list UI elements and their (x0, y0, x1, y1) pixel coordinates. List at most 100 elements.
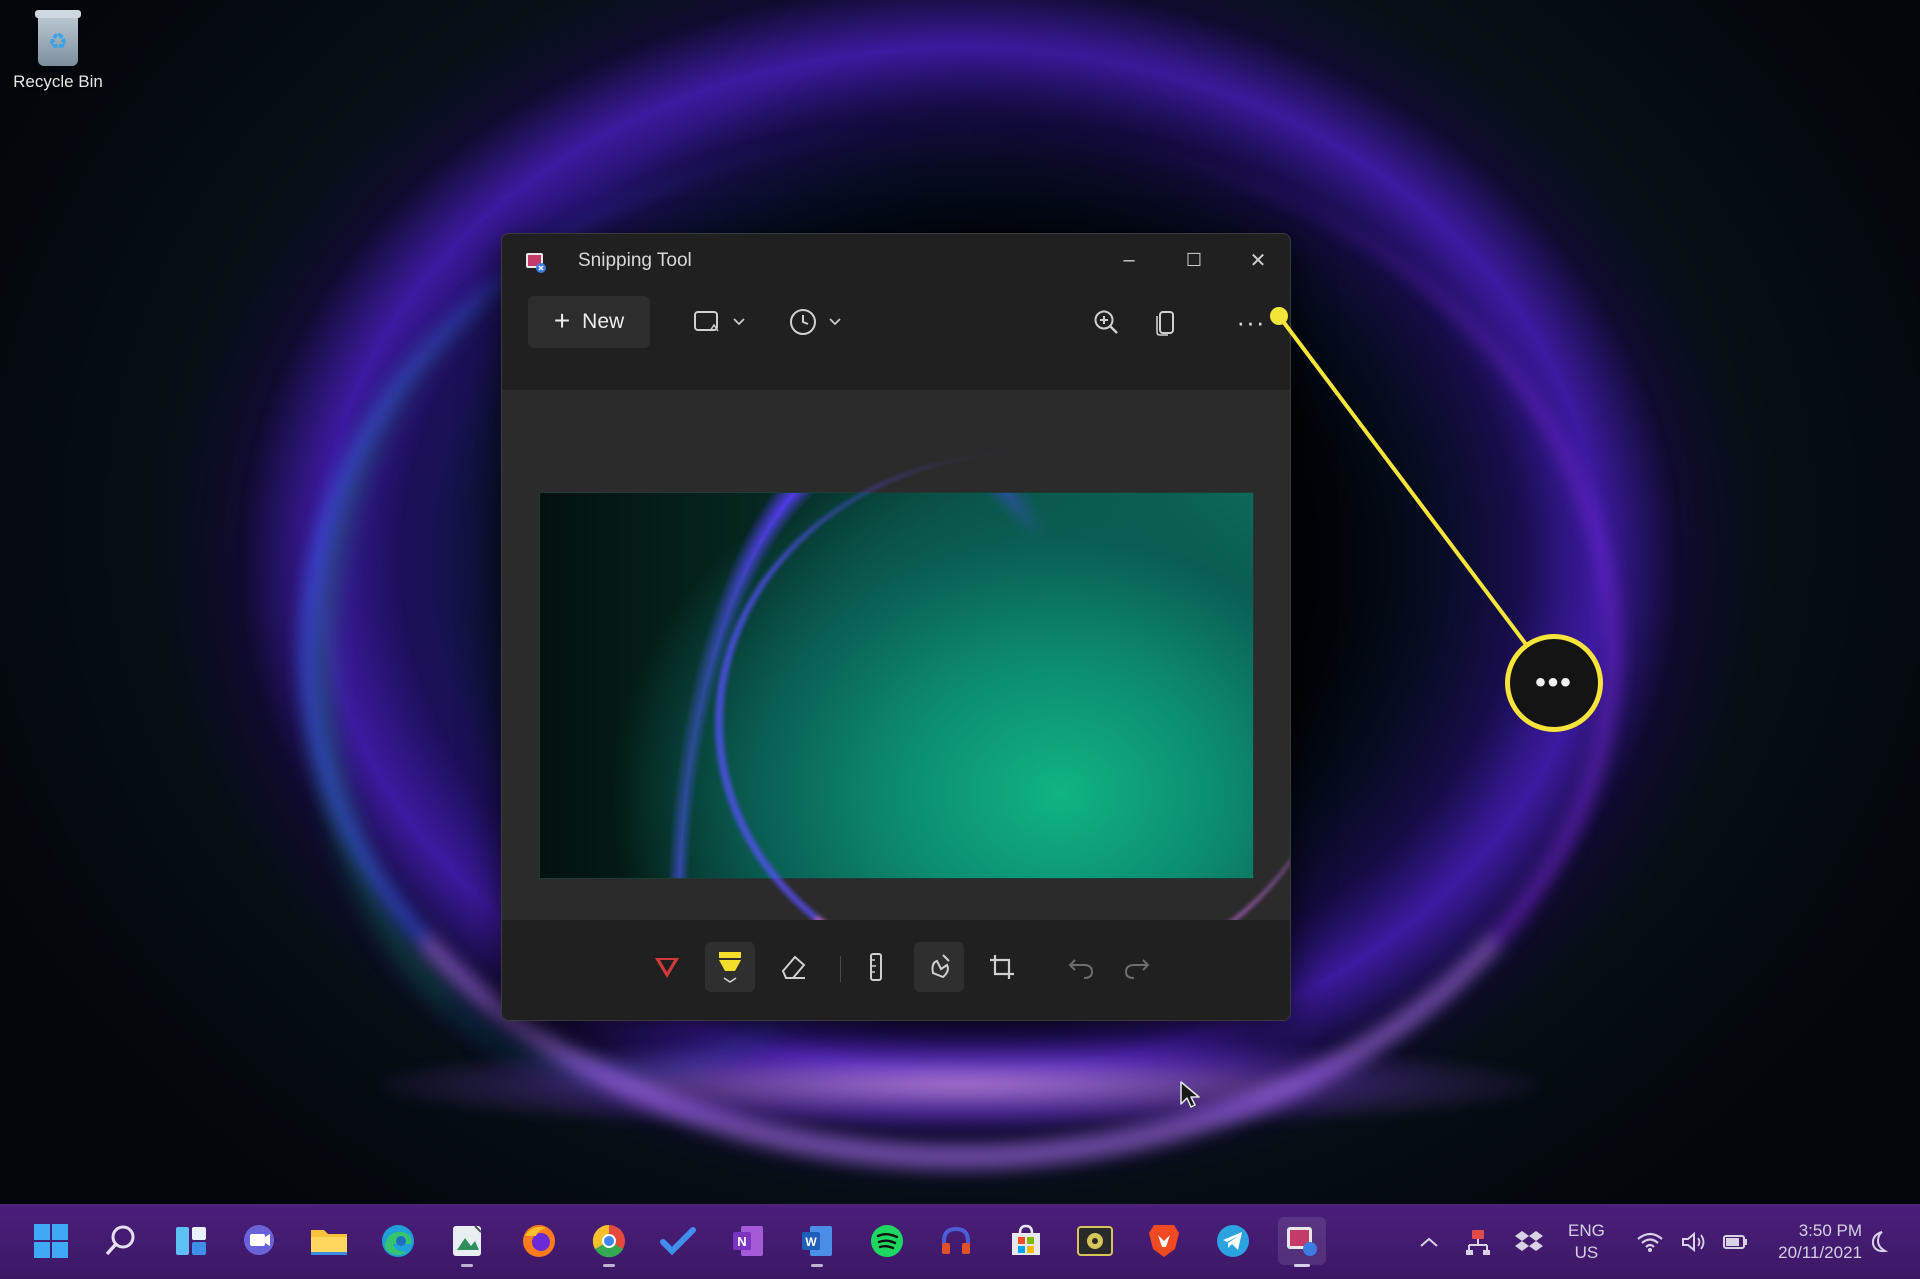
undo-icon (1068, 959, 1094, 979)
title-bar[interactable]: Snipping Tool – ☐ ✕ (502, 234, 1290, 288)
copy-button[interactable] (1144, 300, 1188, 344)
start-icon (34, 1224, 68, 1258)
media-app-button[interactable] (1071, 1217, 1119, 1265)
edge-icon (382, 1225, 414, 1257)
see-more-button[interactable]: ··· (1224, 300, 1278, 344)
battery-icon (1723, 1235, 1747, 1249)
quick-settings-button[interactable] (1636, 1215, 1750, 1269)
recycle-bin-label: Recycle Bin (13, 72, 103, 91)
search-button[interactable] (97, 1217, 145, 1265)
touch-writing-icon (931, 954, 950, 979)
chevron-up-icon (1420, 1237, 1438, 1247)
firefox-button[interactable] (515, 1217, 563, 1265)
touch-writing-button[interactable] (914, 942, 964, 992)
file-explorer-icon (311, 1230, 347, 1255)
highlighter-icon (719, 952, 741, 983)
ballpoint-pen-icon (655, 958, 679, 978)
chrome-icon (592, 1224, 625, 1258)
focus-assist-button[interactable] (1866, 1215, 1892, 1269)
brave-button[interactable] (1140, 1217, 1188, 1265)
store-icon (1012, 1224, 1040, 1255)
language-indicator[interactable]: ENG US (1568, 1215, 1605, 1269)
teams-chat-button[interactable] (235, 1217, 283, 1265)
clock-date[interactable]: 3:50 PM 20/11/2021 (1758, 1215, 1862, 1269)
ruler-button[interactable] (851, 942, 901, 992)
taskbar: N W ENG US 3:50 PM 20/11/2021 (0, 1204, 1920, 1279)
ruler-icon (870, 953, 882, 981)
language-region: US (1574, 1243, 1599, 1262)
redo-icon (1124, 959, 1150, 979)
snip-mode-dropdown[interactable] (692, 300, 746, 344)
file-explorer-button[interactable] (305, 1217, 353, 1265)
crop-icon (990, 955, 1014, 979)
recycle-bin-icon: ♻ (31, 6, 85, 68)
widgets-button[interactable] (167, 1217, 215, 1265)
volume-icon (1682, 1231, 1705, 1253)
word-button[interactable]: W (793, 1217, 841, 1267)
new-snip-button[interactable]: + New (528, 296, 650, 348)
svg-text:W: W (805, 1235, 817, 1249)
highlighter-button[interactable] (705, 942, 755, 992)
onenote-button[interactable]: N (724, 1217, 772, 1265)
eraser-icon (781, 955, 806, 979)
close-button[interactable]: ✕ (1228, 240, 1288, 280)
rectangle-snip-icon (694, 311, 719, 332)
snipping-tool-taskbar-icon (1287, 1227, 1317, 1256)
chevron-down-icon (829, 318, 841, 326)
search-icon (105, 1225, 135, 1256)
recycle-bin[interactable]: ♻ Recycle Bin (8, 6, 108, 92)
ballpoint-pen-button[interactable] (642, 942, 692, 992)
maximize-button[interactable]: ☐ (1164, 240, 1224, 280)
callout-more-icon: ••• (1535, 666, 1573, 699)
headphones-app-icon (942, 1226, 970, 1254)
chrome-button[interactable] (585, 1217, 633, 1267)
clock-icon (790, 309, 816, 335)
plus-icon: + (553, 304, 571, 336)
zoom-in-icon (1094, 310, 1118, 334)
start-button[interactable] (27, 1217, 75, 1265)
svg-text:N: N (737, 1234, 746, 1249)
clock-time: 3:50 PM (1798, 1221, 1862, 1240)
spotify-button[interactable] (863, 1217, 911, 1265)
undo-button[interactable] (1056, 942, 1106, 992)
media-app-icon (1077, 1226, 1113, 1256)
photos-app-icon (453, 1225, 482, 1256)
spotify-icon (871, 1225, 903, 1257)
minimize-icon: – (1123, 248, 1135, 271)
mouse-cursor-icon (1180, 1081, 1200, 1108)
telegram-button[interactable] (1209, 1217, 1257, 1265)
more-options-icon: ··· (1236, 306, 1266, 337)
teams-chat-icon (244, 1225, 274, 1255)
close-icon: ✕ (1249, 249, 1267, 272)
telegram-icon (1217, 1225, 1249, 1257)
minimize-button[interactable]: – (1099, 240, 1159, 280)
language-code: ENG (1568, 1221, 1605, 1240)
markup-toolbar (502, 920, 1290, 1020)
eraser-button[interactable] (768, 942, 818, 992)
wallpaper-glow (380, 1040, 1540, 1130)
new-snip-label: New (582, 310, 625, 333)
photos-app-button[interactable] (443, 1217, 491, 1267)
snip-canvas[interactable] (502, 390, 1290, 993)
callout-magnified-more-button: ••• (1505, 634, 1603, 732)
snipping-tool-window: Snipping Tool – ☐ ✕ + New ··· (501, 233, 1291, 1021)
onenote-icon: N (733, 1226, 763, 1256)
toolbar-divider (840, 956, 841, 982)
edge-button[interactable] (374, 1217, 422, 1265)
snipping-tool-taskbar-button[interactable] (1278, 1217, 1326, 1267)
store-button[interactable] (1002, 1217, 1050, 1265)
tray-network-app[interactable] (1464, 1215, 1492, 1269)
headphones-app-button[interactable] (932, 1217, 980, 1265)
todo-icon (660, 1227, 696, 1256)
zoom-button[interactable] (1084, 300, 1128, 344)
snip-delay-dropdown[interactable] (788, 300, 842, 344)
firefox-icon (523, 1225, 555, 1257)
show-hidden-icons-button[interactable] (1418, 1215, 1440, 1269)
brave-icon (1149, 1225, 1179, 1257)
todo-button[interactable] (654, 1217, 702, 1265)
chevron-down-icon (733, 318, 745, 326)
widgets-icon (176, 1227, 206, 1255)
tray-dropbox[interactable] (1514, 1215, 1544, 1269)
redo-button[interactable] (1112, 942, 1162, 992)
crop-button[interactable] (977, 942, 1027, 992)
